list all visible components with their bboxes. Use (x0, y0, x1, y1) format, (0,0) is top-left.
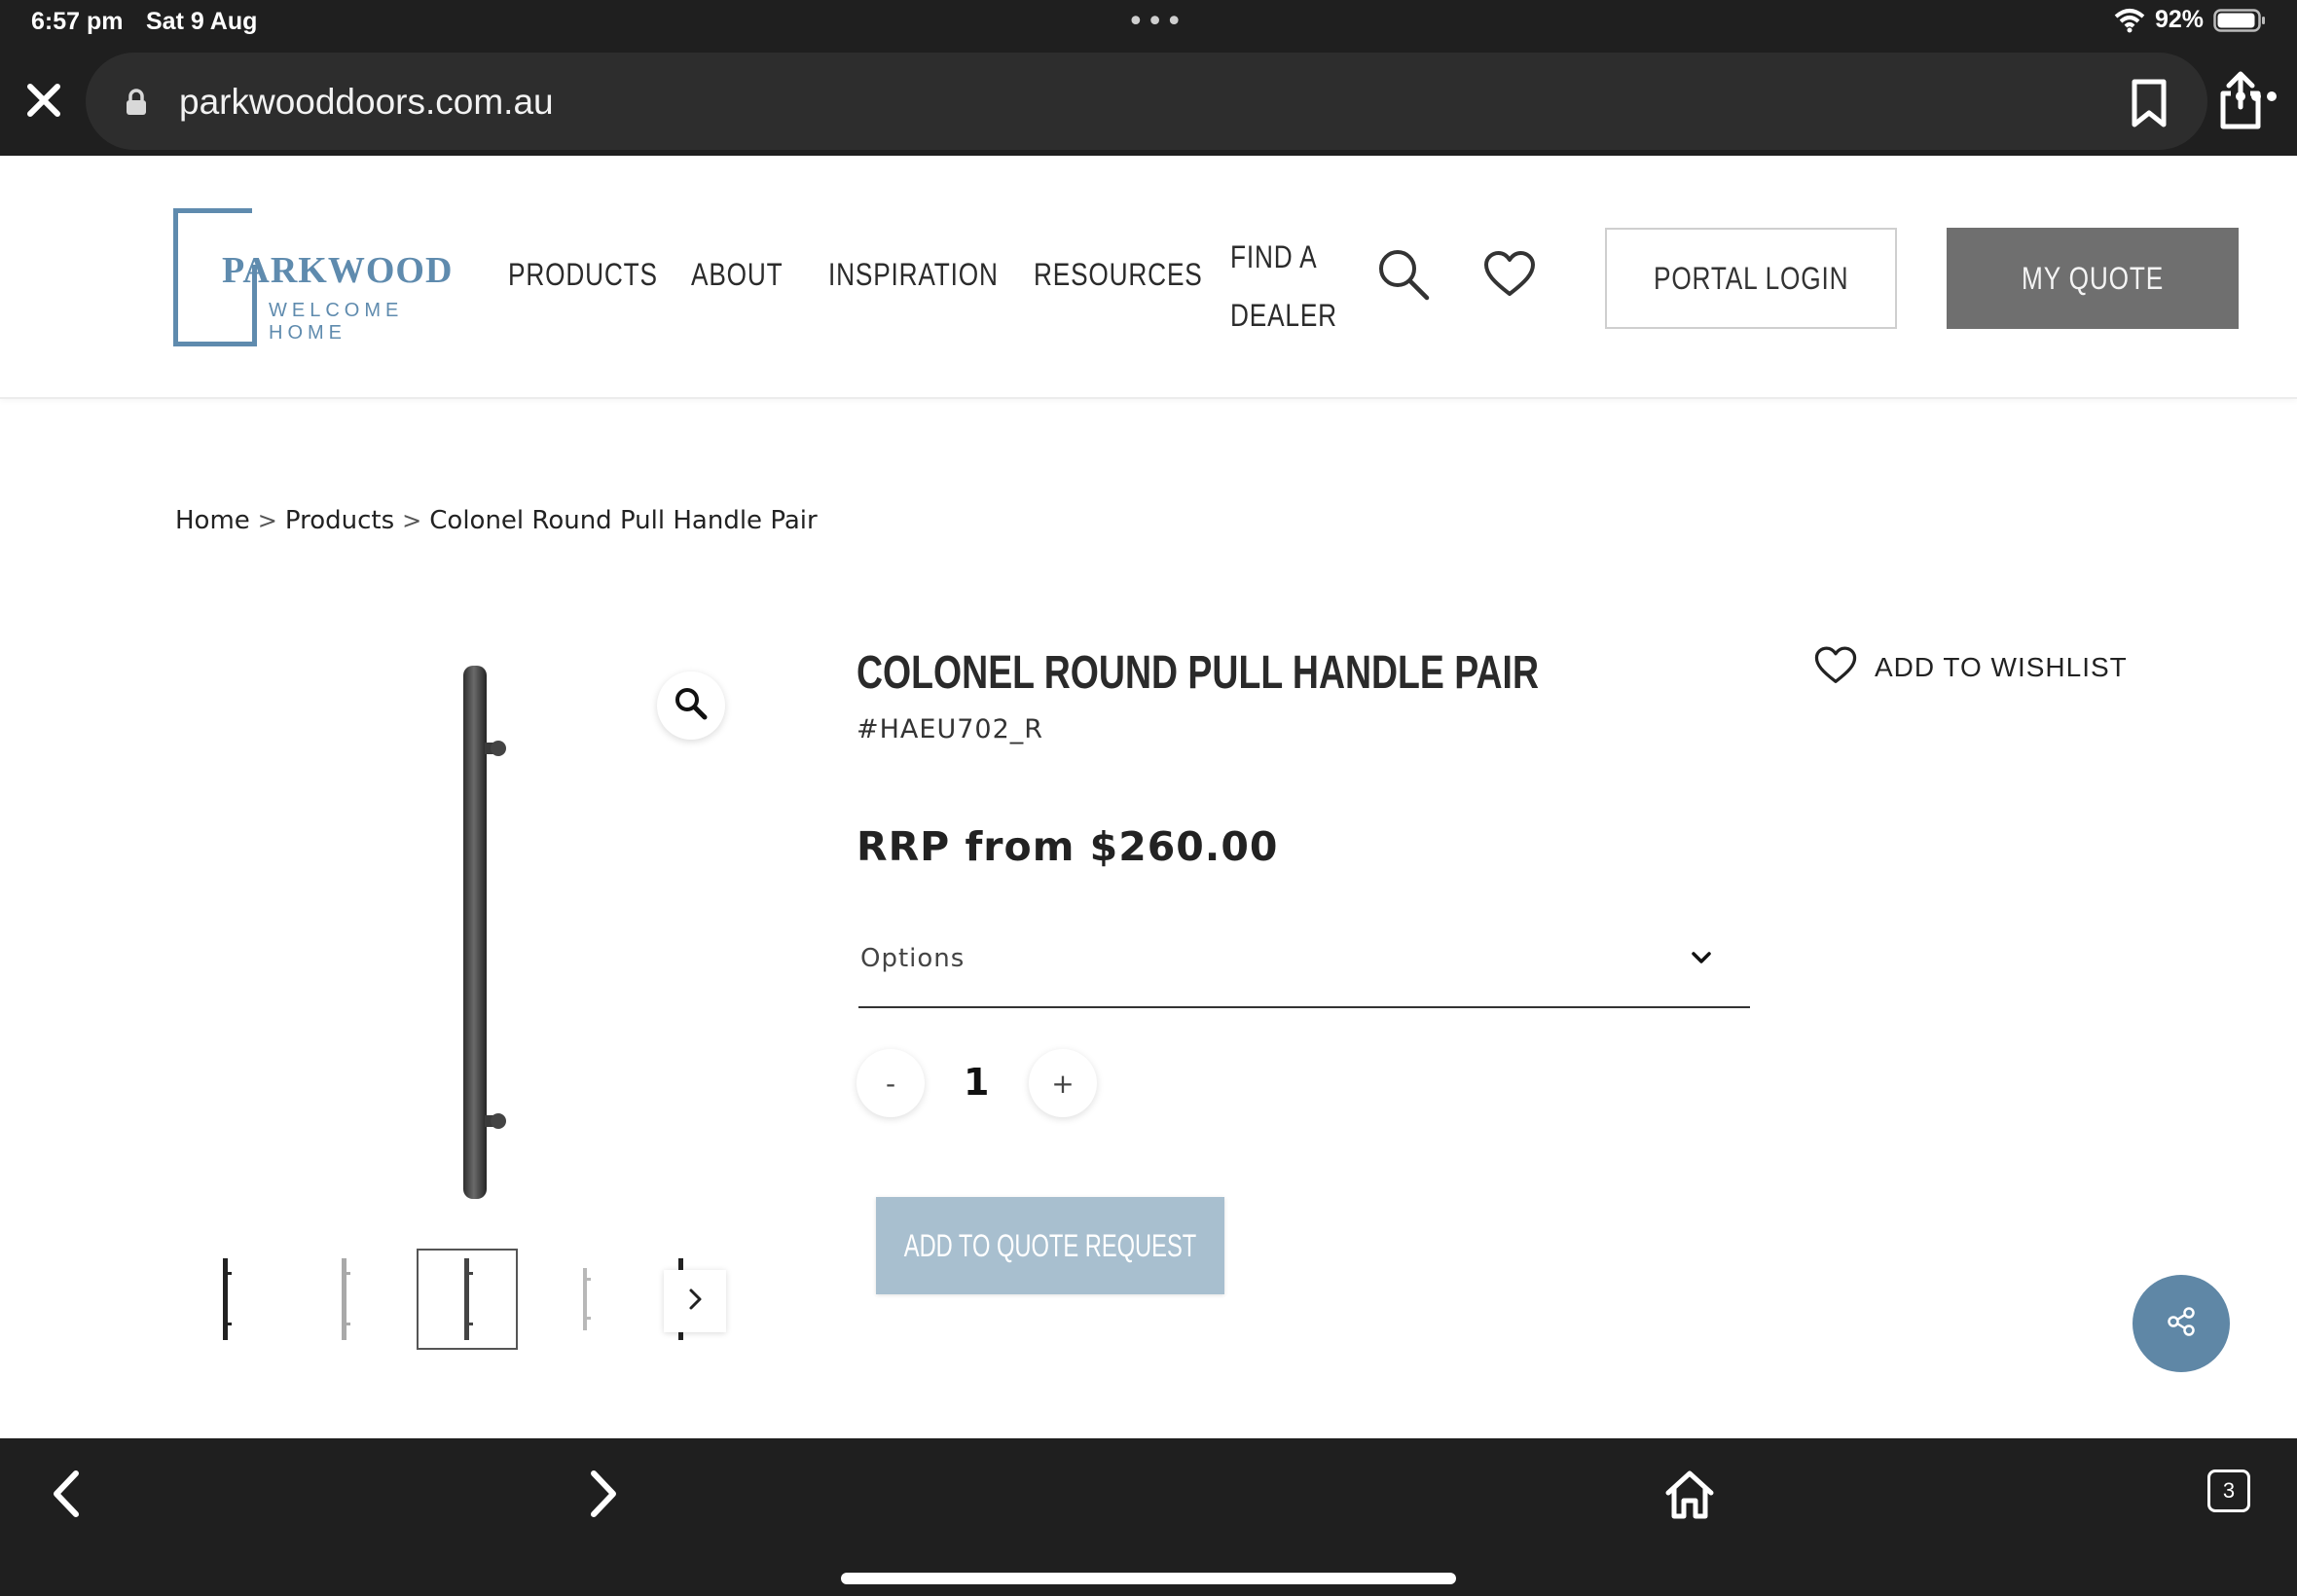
breadcrumb-current: Colonel Round Pull Handle Pair (429, 506, 818, 535)
breadcrumb: Home > Products > Colonel Round Pull Han… (175, 506, 818, 535)
thumbnail[interactable] (175, 1249, 276, 1350)
home-icon[interactable] (1662, 1468, 1717, 1526)
quantity-stepper: - 1 + (857, 1049, 1100, 1117)
product-main-image[interactable] (175, 642, 749, 1216)
nav-find-a-dealer[interactable]: FIND A DEALER (1230, 228, 1336, 345)
thumbnail[interactable] (294, 1249, 395, 1350)
back-icon[interactable] (47, 1468, 86, 1524)
more-options-icon[interactable] (2235, 88, 2278, 106)
close-icon[interactable] (21, 78, 66, 123)
address-bar[interactable]: parkwooddoors.com.au (86, 53, 2261, 150)
thumbnail[interactable] (535, 1249, 637, 1350)
zoom-button[interactable] (657, 671, 725, 740)
quantity-value[interactable]: 1 (964, 1061, 989, 1104)
portal-login-label: PORTAL LOGIN (1653, 260, 1849, 296)
chevron-right-icon (685, 1287, 705, 1316)
nav-products[interactable]: PRODUCTS (508, 257, 658, 293)
wishlist-label: ADD TO WISHLIST (1875, 652, 2128, 682)
share-nodes-icon (2165, 1305, 2198, 1342)
add-to-quote-button[interactable]: ADD TO QUOTE REQUEST (876, 1197, 1224, 1294)
portal-login-button[interactable]: PORTAL LOGIN (1605, 228, 1897, 329)
product-gallery (175, 642, 749, 1350)
status-date: Sat 9 Aug (146, 8, 258, 35)
quantity-decrease-button[interactable]: - (857, 1049, 925, 1117)
forward-icon[interactable] (584, 1468, 623, 1524)
battery-percentage: 92% (2154, 6, 2204, 33)
options-label: Options (860, 944, 966, 973)
options-select[interactable]: Options (858, 925, 1750, 1008)
my-quote-button[interactable]: MY QUOTE (1947, 228, 2239, 329)
add-to-quote-label: ADD TO QUOTE REQUEST (903, 1227, 1197, 1263)
status-bar: 6:57 pm Sat 9 Aug ••• 92% (0, 0, 2297, 47)
breadcrumb-products[interactable]: Products (285, 506, 394, 535)
quantity-increase-button[interactable]: + (1029, 1049, 1097, 1117)
product-sku: #HAEU702_R (857, 714, 1044, 744)
browser-address-row: parkwooddoors.com.au (0, 47, 2297, 156)
browser-bottom-toolbar: 3 (0, 1438, 2297, 1596)
product-title: COLONEL ROUND PULL HANDLE PAIR (857, 647, 1539, 699)
thumbnail-strip (175, 1249, 749, 1350)
breadcrumb-home[interactable]: Home (175, 506, 250, 535)
logo-tagline: WELCOME HOME (269, 300, 404, 344)
wifi-icon (2114, 8, 2145, 33)
nav-inspiration[interactable]: INSPIRATION (828, 257, 999, 293)
breadcrumb-separator: > (402, 507, 422, 534)
magnifier-icon (674, 686, 709, 725)
site-header: PARKWOOD WELCOME HOME PRODUCTS ABOUT INS… (0, 156, 2297, 399)
home-indicator[interactable] (841, 1573, 1456, 1584)
bookmark-icon[interactable] (2128, 78, 2170, 132)
heart-icon (1814, 646, 1857, 689)
search-icon[interactable] (1376, 247, 1431, 306)
status-time: 6:57 pm (31, 8, 124, 35)
breadcrumb-separator: > (257, 507, 277, 534)
wishlist-heart-icon[interactable] (1483, 251, 1536, 302)
nav-resources[interactable]: RESOURCES (1034, 257, 1203, 293)
thumbnail-next-button[interactable] (664, 1270, 726, 1332)
battery-icon (2213, 8, 2266, 33)
parkwood-logo[interactable]: PARKWOOD WELCOME HOME (173, 208, 452, 348)
tabs-icon[interactable]: 3 (2207, 1469, 2250, 1512)
multitasking-dots-icon[interactable]: ••• (1127, 8, 1185, 37)
lock-icon (125, 88, 148, 121)
share-fab-button[interactable] (2133, 1275, 2230, 1372)
logo-wordmark: PARKWOOD (222, 250, 454, 291)
my-quote-label: MY QUOTE (2021, 260, 2165, 296)
product-price: RRP from $260.00 (857, 823, 1279, 870)
thumbnail-selected[interactable] (417, 1249, 518, 1350)
chevron-down-icon (1690, 950, 1713, 969)
add-to-wishlist-button[interactable]: ADD TO WISHLIST (1814, 646, 2128, 689)
url-text[interactable]: parkwooddoors.com.au (179, 82, 554, 123)
nav-about[interactable]: ABOUT (691, 257, 783, 293)
status-indicators: 92% (2114, 6, 2266, 34)
